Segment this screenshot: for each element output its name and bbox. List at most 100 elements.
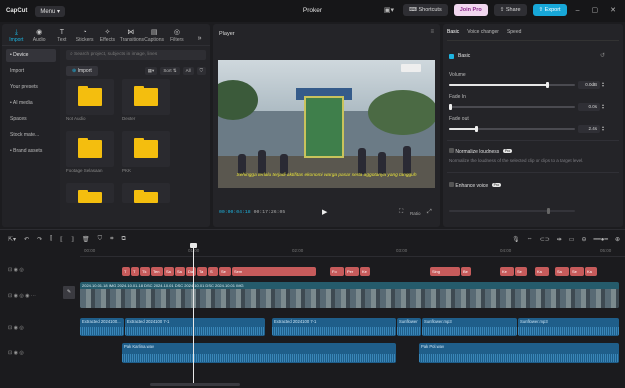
video-track-head[interactable]: ⊡ ◉ ◎ ◉ ⋯ [8,293,68,299]
text-clip[interactable]: Ta [197,267,207,276]
tab-effects[interactable]: ✧ Effects [97,29,118,45]
cover-button[interactable]: ✎ [63,286,75,299]
caption-icon[interactable]: ▭ [569,236,575,243]
fade-out-value[interactable]: 2.4s [578,125,600,133]
tab-filters[interactable]: ◎ Filters [167,29,188,45]
sort-button[interactable]: Sort ⇅ [160,66,180,75]
normalize-row[interactable]: Normalize loudness Pro [449,148,513,155]
text-clip[interactable]: Ka [585,267,597,276]
basic-checkbox[interactable] [449,53,454,59]
fade-in-value[interactable]: 0.0s [578,103,600,111]
fade-in-knob[interactable] [449,104,452,110]
text-clip[interactable]: Sa [164,267,174,276]
text-clip[interactable]: Sa [555,267,569,276]
audio-clip[interactable]: Extracted 2024100... [80,318,124,336]
text-clip[interactable]: Per [345,267,359,276]
undo-icon[interactable]: ↶ [24,236,29,243]
microphone-icon[interactable]: 🎙 [512,236,520,243]
tab-stickers[interactable]: ◔ Stickers [74,29,95,45]
text-clip[interactable]: Tk [140,267,150,276]
fade-out-knob[interactable] [475,126,479,132]
expand-icon[interactable]: ⤢ [427,209,432,216]
delete-icon[interactable]: 🗑 [82,236,90,243]
crop-icon[interactable]: ⌗ [110,236,113,243]
split-icon[interactable]: ⫿ [50,236,52,243]
text-clip[interactable]: Sa [175,267,185,276]
share-button[interactable]: ⇪ Share [493,4,527,16]
tab-basic[interactable]: Basic [447,29,459,35]
tab-voice-changer[interactable]: Voice changer [467,29,499,35]
filter-all-button[interactable]: All [182,66,194,75]
minimize-icon[interactable]: – [573,7,583,14]
close-icon[interactable]: ✕ [607,6,619,14]
split-right-icon[interactable]: ⟧ [71,236,74,243]
auto-reframe-icon[interactable]: ⧉ [122,236,126,243]
zoom-out-icon[interactable]: ⊖ [581,236,586,243]
tab-captions[interactable]: ▤ Captions [144,29,165,45]
text-clip[interactable]: Fo [330,267,344,276]
menu-button[interactable]: Menu ▾ [35,5,66,17]
volume-slider[interactable] [449,82,575,88]
playhead[interactable] [193,245,194,385]
layout-icon[interactable]: ▣▾ [381,6,397,14]
magnet-icon[interactable]: ⊂⊃ [540,236,550,243]
video-preview[interactable]: Sehingga terlalu terjadi aktifitas ekono… [218,60,435,188]
fade-out-stepper-icon[interactable]: ▴ ▾ [602,125,604,132]
maximize-icon[interactable]: ▢ [589,6,602,14]
folder-card[interactable]: PKK [122,131,170,173]
folder-card[interactable] [66,183,114,203]
preview-axis-icon[interactable]: ⇹ [557,236,562,243]
audio-clip[interactable]: Pak Karlina.wav [122,343,396,363]
video-clip[interactable]: 2024.10.01.18 IMG 2024.10.01.18 DSC 2024… [80,282,619,308]
fade-in-slider[interactable] [449,104,575,110]
fade-in-stepper-icon[interactable]: ▴ ▾ [602,103,604,110]
text-clip[interactable]: S [208,267,218,276]
text-clip[interactable]: T [122,267,130,276]
audio-clip[interactable]: Extracted 2024100 7-1 [125,318,265,336]
join-pro-button[interactable]: Join Pro [453,4,488,16]
sidenav-import[interactable]: Import [6,65,56,78]
search-input[interactable]: ⌕ Search project, subjects in image, lin… [66,50,206,60]
filter-icon[interactable]: ⛉ [196,66,206,75]
shield-icon[interactable]: ⛉ [98,236,103,243]
text-clip[interactable]: Be [461,267,471,276]
text-clip[interactable]: Ka [535,267,549,276]
redo-icon[interactable]: ↷ [37,236,42,243]
audio-track-head-2[interactable]: ⊡ ◉ ◎ [8,350,68,356]
timeline-scrollbar[interactable] [150,383,240,386]
volume-stepper-icon[interactable]: ▴ ▾ [602,81,604,88]
tab-transitions[interactable]: ⋈ Transitions [120,29,144,45]
audio-clip[interactable]: Pak Pol.wav [419,343,619,363]
folder-card[interactable]: Dexter [122,79,170,121]
folder-card[interactable] [122,183,170,203]
audio-clip[interactable]: Sunflower.mp3 [518,318,619,336]
zoom-slider[interactable]: ━━●━ [594,236,608,243]
enhance-voice-checkbox[interactable] [449,182,454,187]
text-clip[interactable]: T [131,267,139,276]
sidenav-device[interactable]: • Device [6,49,56,62]
basic-toggle[interactable]: Basic [449,53,470,59]
sidenav-stock[interactable]: Stock mate... [6,129,56,142]
text-clip[interactable]: Se [570,267,584,276]
enhance-voice-row[interactable]: Enhance voice Pro [449,182,502,189]
ratio-button[interactable]: Ratio [410,211,421,216]
text-clip[interactable]: Se [515,267,527,276]
more-tabs-icon[interactable]: » [189,35,210,45]
fade-out-slider[interactable] [449,126,575,132]
text-clip[interactable]: Se [219,267,231,276]
player-menu-icon[interactable]: ≡ [430,29,434,35]
audio-clip[interactable]: Sunflower [397,318,421,336]
text-clip[interactable]: Sing [430,267,460,276]
sidenav-ai-media[interactable]: • AI media [6,97,56,110]
shortcuts-button[interactable]: ⌨ Shortcuts [403,4,448,16]
folder-card[interactable]: Not Audio [66,79,114,121]
tab-audio[interactable]: ◉ Audio [29,29,50,45]
tab-text[interactable]: T Text [52,29,73,45]
import-button[interactable]: ⊕ Import [66,65,98,76]
audio-clip[interactable]: Sunflower.mp3 [422,318,517,336]
text-clip[interactable]: Ke [500,267,514,276]
view-mode-icon[interactable]: ▦▾ [144,66,158,75]
link-icon[interactable]: ⇔ [527,236,533,242]
sidenav-presets[interactable]: Your presets [6,81,56,94]
audio-track-head-1[interactable]: ⊡ ◉ ◎ [8,325,68,331]
